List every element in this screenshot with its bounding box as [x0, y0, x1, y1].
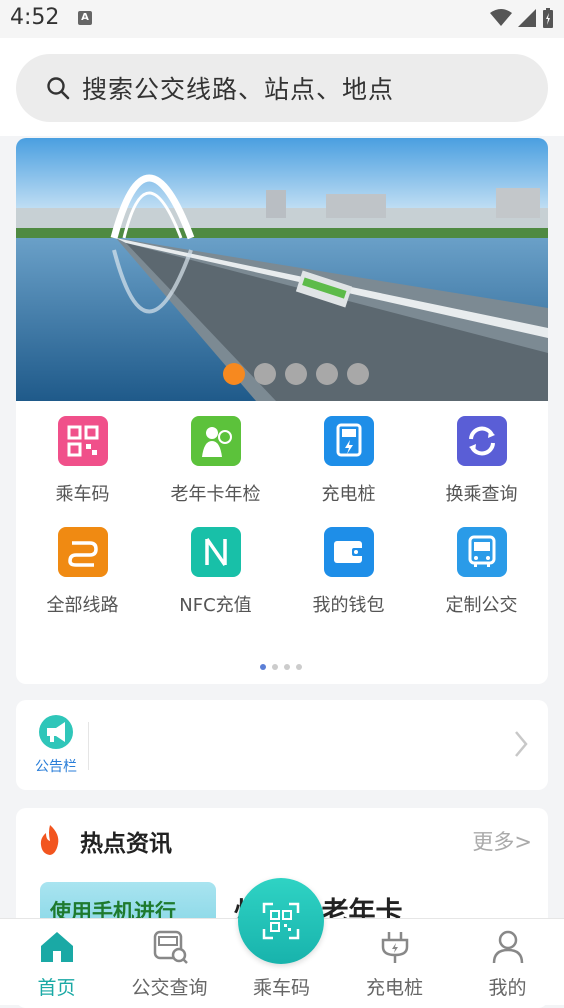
- page-dot[interactable]: [260, 664, 266, 670]
- banner-dot[interactable]: [254, 363, 276, 385]
- grid-item-charging[interactable]: 充电桩: [282, 416, 415, 506]
- grid-item-ride-code[interactable]: 乘车码: [16, 416, 149, 506]
- elderly-card-icon: [190, 416, 241, 466]
- notice-board[interactable]: 公告栏: [16, 700, 548, 790]
- ride-code-fab[interactable]: [238, 878, 324, 964]
- page-dot[interactable]: [296, 664, 302, 670]
- home-icon: [40, 932, 73, 962]
- grid-label: 乘车码: [55, 484, 110, 505]
- battery-icon: [543, 8, 553, 28]
- grid-item-elderly-card[interactable]: 老年卡年检: [149, 416, 282, 506]
- tab-mine[interactable]: 我的: [451, 929, 564, 1000]
- tab-label: 首页: [37, 977, 76, 999]
- search-bar[interactable]: 搜索公交线路、站点、地点: [16, 54, 548, 122]
- flame-icon: [40, 825, 59, 855]
- wifi-icon: [490, 9, 512, 26]
- header: 搜索公交线路、站点、地点: [0, 38, 564, 136]
- grid-item-custom-bus[interactable]: 定制公交: [415, 527, 548, 617]
- banner-dot[interactable]: [285, 363, 307, 385]
- grid-item-all-routes[interactable]: 全部线路: [16, 527, 149, 617]
- banner-image[interactable]: [16, 138, 548, 401]
- tab-ride-code[interactable]: 乘车码: [225, 969, 338, 1000]
- tab-label: 充电桩: [365, 977, 423, 999]
- grid-label: 定制公交: [445, 595, 518, 616]
- scan-qr-icon: [262, 902, 300, 940]
- grid-page-indicator: [260, 664, 302, 670]
- tab-home[interactable]: 首页: [0, 929, 113, 1000]
- grid-label: 我的钱包: [312, 595, 385, 616]
- grid-label: 换乘查询: [445, 484, 518, 505]
- custom-bus-icon: [456, 527, 507, 577]
- bus-search-icon: [153, 930, 188, 964]
- transfer-icon: [456, 416, 507, 466]
- grid-item-transfer[interactable]: 换乘查询: [415, 416, 548, 506]
- megaphone-icon: [39, 715, 73, 749]
- banner-indicator: [223, 363, 369, 385]
- grid-label: NFC充值: [179, 595, 252, 616]
- status-bar: 4:52 A: [0, 0, 564, 38]
- grid-label: 老年卡年检: [170, 484, 261, 505]
- tab-charging[interactable]: 充电桩: [338, 929, 451, 1000]
- tab-label: 乘车码: [252, 977, 310, 999]
- section-title: 热点资讯: [80, 831, 172, 857]
- tab-label: 我的: [488, 977, 527, 999]
- notice-block: 公告栏: [34, 714, 78, 776]
- feature-card: 乘车码 老年卡年检 充电桩 换乘查询 全部线路 NFC充值 我的钱包 定制公交: [16, 138, 548, 684]
- page-dot[interactable]: [284, 664, 290, 670]
- tab-bus-search[interactable]: 公交查询: [113, 929, 226, 1000]
- signal-icon: [518, 9, 536, 27]
- status-icons: [490, 8, 554, 28]
- nfc-icon: [190, 527, 241, 577]
- charging-pile-icon: [323, 416, 374, 466]
- more-link[interactable]: 更多>: [472, 826, 532, 856]
- wallet-icon: [323, 527, 374, 577]
- grid-label: 全部线路: [46, 595, 119, 616]
- qr-code-icon: [57, 416, 108, 466]
- page-dot[interactable]: [272, 664, 278, 670]
- all-routes-icon: [57, 527, 108, 577]
- user-icon: [492, 930, 523, 964]
- tab-label: 公交查询: [131, 977, 208, 999]
- banner-dot[interactable]: [316, 363, 338, 385]
- notice-label: 公告栏: [35, 759, 77, 775]
- notification-icon: A: [78, 11, 92, 25]
- banner-dot[interactable]: [347, 363, 369, 385]
- grid-label: 充电桩: [321, 484, 376, 505]
- status-time: 4:52: [10, 5, 60, 30]
- search-input[interactable]: 搜索公交线路、站点、地点: [82, 70, 394, 106]
- grid-item-nfc[interactable]: NFC充值: [149, 527, 282, 617]
- grid-item-wallet[interactable]: 我的钱包: [282, 527, 415, 617]
- search-icon: [47, 77, 70, 100]
- chevron-right-icon[interactable]: [514, 730, 528, 758]
- banner-dot[interactable]: [223, 363, 245, 385]
- divider: [88, 722, 89, 770]
- plug-icon: [381, 932, 408, 963]
